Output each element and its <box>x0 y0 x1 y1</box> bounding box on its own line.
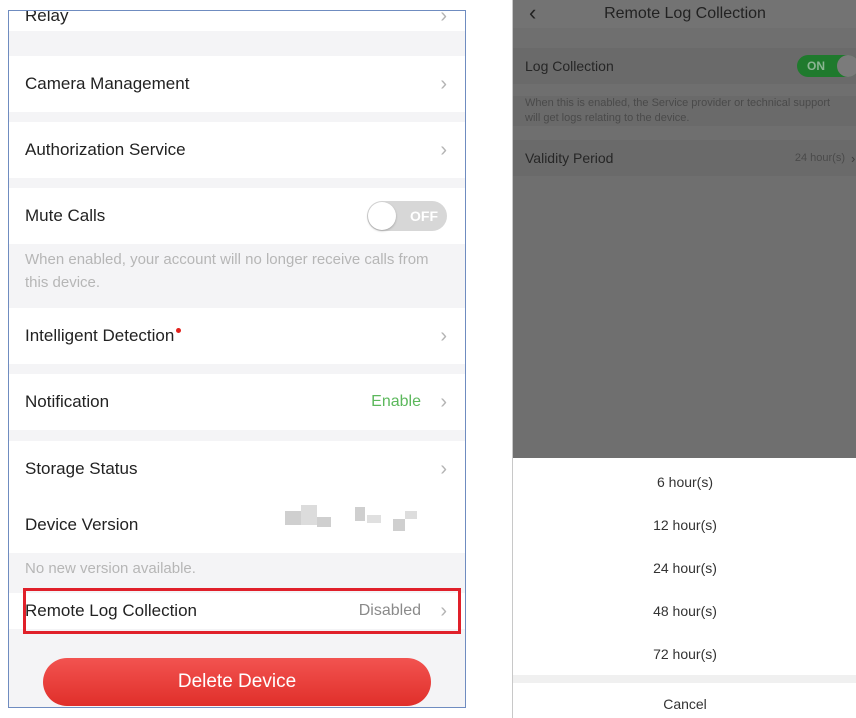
dimmed-overlay[interactable]: ‹ Remote Log Collection Log Collection O… <box>513 0 856 458</box>
nav-bar: ‹ Remote Log Collection <box>513 0 856 28</box>
relay-item[interactable]: Relay › <box>9 10 465 31</box>
log-collection-note: When this is enabled, the Service provid… <box>513 96 856 126</box>
mute-calls-item: Mute Calls OFF <box>9 188 465 244</box>
delete-device-button[interactable]: Delete Device <box>43 658 431 706</box>
chevron-right-icon: › <box>440 73 447 95</box>
validity-period-value: 24 hour(s) <box>794 152 845 164</box>
remote-log-collection-value: Disabled <box>358 602 421 619</box>
mute-calls-label: Mute Calls <box>25 206 106 225</box>
chevron-right-icon: › <box>440 458 447 480</box>
option-48-hours[interactable]: 48 hour(s) <box>513 589 856 632</box>
option-6-hours[interactable]: 6 hour(s) <box>513 460 856 503</box>
intelligent-detection-item[interactable]: Intelligent Detection › <box>9 308 465 364</box>
remote-log-panel: ‹ Remote Log Collection Log Collection O… <box>512 0 856 718</box>
new-badge-dot <box>176 328 182 333</box>
toggle-state-text: OFF <box>410 208 438 224</box>
mute-calls-note: When enabled, your account will no longe… <box>25 251 429 291</box>
chevron-right-icon: › <box>440 325 447 347</box>
back-arrow-icon[interactable]: ‹ <box>529 2 536 24</box>
relay-label: Relay <box>25 10 69 25</box>
validity-period-sheet: 6 hour(s) 12 hour(s) 24 hour(s) 48 hour(… <box>513 458 856 718</box>
sheet-divider <box>513 675 856 683</box>
validity-period-item[interactable]: Validity Period 24 hour(s) › <box>513 140 856 176</box>
option-72-hours[interactable]: 72 hour(s) <box>513 632 856 675</box>
device-version-label: Device Version <box>25 515 139 534</box>
storage-status-label: Storage Status <box>25 459 138 478</box>
option-12-hours[interactable]: 12 hour(s) <box>513 503 856 546</box>
toggle-state-text: ON <box>807 59 825 73</box>
notification-label: Notification <box>25 392 110 411</box>
option-24-hours[interactable]: 24 hour(s) <box>513 546 856 589</box>
log-collection-item: Log Collection ON <box>513 48 856 84</box>
chevron-right-icon: › <box>440 391 447 413</box>
camera-management-item[interactable]: Camera Management › <box>9 56 465 112</box>
notification-value: Enable <box>371 393 421 410</box>
chevron-right-icon: › <box>440 139 447 161</box>
validity-period-label: Validity Period <box>525 150 614 166</box>
toggle-knob <box>368 202 396 230</box>
cancel-button[interactable]: Cancel <box>513 684 856 718</box>
remote-log-collection-label: Remote Log Collection <box>25 601 197 620</box>
chevron-right-icon: › <box>440 10 447 27</box>
device-settings-panel: Relay › Camera Management › Authorizatio… <box>8 10 466 708</box>
mute-calls-toggle[interactable]: OFF <box>367 201 447 231</box>
log-collection-label: Log Collection <box>525 58 614 74</box>
page-title: Remote Log Collection <box>604 5 766 22</box>
remote-log-collection-item[interactable]: Remote Log Collection Disabled › <box>9 593 465 629</box>
intelligent-detection-label: Intelligent Detection <box>25 326 435 346</box>
chevron-right-icon: › <box>851 150 856 166</box>
device-version-note: No new version available. <box>25 560 196 577</box>
authorization-service-item[interactable]: Authorization Service › <box>9 122 465 178</box>
notification-item[interactable]: Notification Enable › <box>9 374 465 430</box>
authorization-service-label: Authorization Service <box>25 140 186 159</box>
storage-status-item[interactable]: Storage Status › <box>9 441 465 497</box>
chevron-right-icon: › <box>440 600 447 622</box>
toggle-knob <box>837 55 856 77</box>
log-collection-toggle[interactable]: ON <box>797 55 856 77</box>
camera-management-label: Camera Management <box>25 74 190 93</box>
